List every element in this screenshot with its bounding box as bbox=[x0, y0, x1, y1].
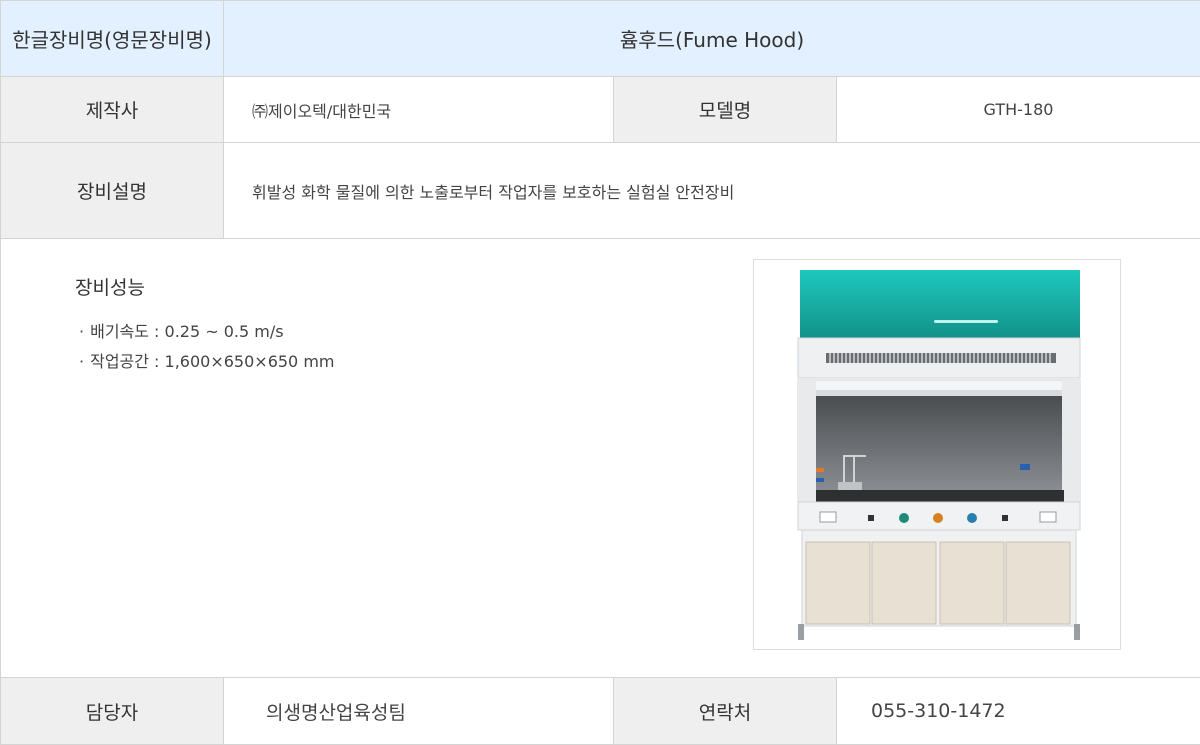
performance-section: 장비성능 · 배기속도 : 0.25 ~ 0.5 m/s · 작업공간 : 1,60… bbox=[1, 239, 1200, 677]
bullet-dot: · bbox=[79, 352, 85, 371]
maker-value: ㈜제이오텍/대한민국 bbox=[223, 76, 614, 143]
maker-label: 제작사 bbox=[0, 76, 224, 143]
fume-hood-photo-icon bbox=[797, 270, 1081, 640]
row-maker-model: 제작사 ㈜제이오텍/대한민국 모델명 GTH-180 bbox=[0, 76, 1200, 143]
row-description: 장비설명 휘발성 화학 물질에 의한 노출로부터 작업자를 보호하는 실험실 안… bbox=[0, 142, 1200, 239]
performance-cell: 장비성능 · 배기속도 : 0.25 ~ 0.5 m/s · 작업공간 : 1,60… bbox=[0, 238, 1200, 678]
equipment-spec-sheet: 한글장비명(영문장비명) 흄후드(Fume Hood) 제작사 ㈜제이오텍/대한… bbox=[0, 0, 1200, 745]
performance-item-text: 배기속도 : 0.25 ~ 0.5 m/s bbox=[90, 322, 284, 341]
description-label: 장비설명 bbox=[0, 142, 224, 239]
contact-label: 연락처 bbox=[613, 677, 837, 745]
contact-value: 055-310-1472 bbox=[836, 677, 1200, 745]
performance-item: · 배기속도 : 0.25 ~ 0.5 m/s bbox=[79, 317, 335, 347]
performance-item-text: 작업공간 : 1,600×650×650 mm bbox=[90, 352, 335, 371]
model-label: 모델명 bbox=[613, 76, 837, 143]
equipment-name-value: 흄후드(Fume Hood) bbox=[223, 0, 1200, 77]
bullet-dot: · bbox=[79, 322, 85, 341]
equipment-photo bbox=[753, 259, 1121, 650]
row-contact: 담당자 의생명산업육성팀 연락처 055-310-1472 bbox=[0, 677, 1200, 745]
performance-list: · 배기속도 : 0.25 ~ 0.5 m/s · 작업공간 : 1,600×650… bbox=[79, 317, 335, 377]
row-performance: 장비성능 · 배기속도 : 0.25 ~ 0.5 m/s · 작업공간 : 1,60… bbox=[0, 238, 1200, 678]
model-value: GTH-180 bbox=[836, 76, 1200, 143]
performance-title: 장비성능 bbox=[75, 277, 145, 299]
equipment-name-label: 한글장비명(영문장비명) bbox=[0, 0, 224, 77]
spec-table: 한글장비명(영문장비명) 흄후드(Fume Hood) 제작사 ㈜제이오텍/대한… bbox=[0, 0, 1200, 745]
manager-value: 의생명산업육성팀 bbox=[223, 677, 614, 745]
description-value: 휘발성 화학 물질에 의한 노출로부터 작업자를 보호하는 실험실 안전장비 bbox=[223, 142, 1200, 239]
manager-label: 담당자 bbox=[0, 677, 224, 745]
performance-item: · 작업공간 : 1,600×650×650 mm bbox=[79, 347, 335, 377]
row-equipment-name: 한글장비명(영문장비명) 흄후드(Fume Hood) bbox=[0, 0, 1200, 77]
